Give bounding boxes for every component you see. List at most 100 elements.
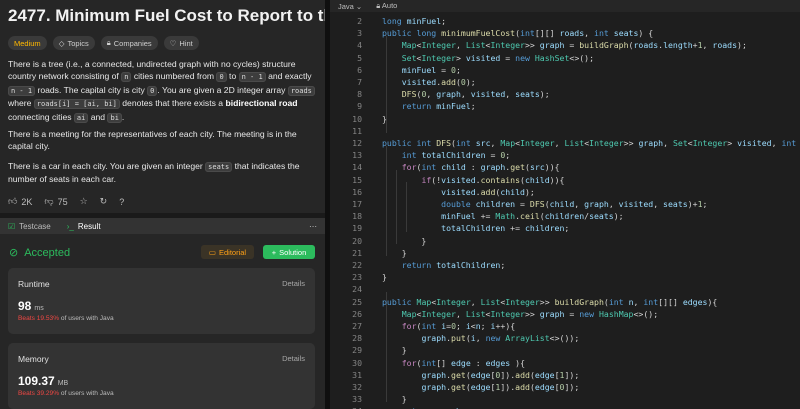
line-number: 31 [352,369,362,380]
difficulty-badge[interactable]: Medium [8,36,47,50]
line-number: 3 [357,28,362,39]
editorial-button[interactable]: ▭ Editorial [201,245,254,259]
code-line[interactable]: public Map<Integer, List<Integer>> build… [382,297,717,307]
book-icon: ▭ [208,247,216,257]
code-line[interactable]: Set<Integer> visited = new HashSet<>(); [382,53,594,63]
question-icon: ? [119,196,125,207]
terminal-icon: ›_ [66,221,74,231]
lock-icon: 🔒︎ [106,38,111,47]
line-number: 6 [357,64,362,75]
feedback-button[interactable]: ? [119,197,124,207]
code-line[interactable]: } [382,272,387,282]
code-line[interactable]: visited.add(0); [382,77,476,87]
memory-label: Memory [18,354,49,364]
tab-result[interactable]: ›_ Result [59,222,109,231]
code-line[interactable]: visited.add(child); [382,187,535,197]
code-line[interactable]: minFuel += Math.ceil(children/seats); [382,211,623,221]
code-line[interactable]: if(!visited.contains(child)){ [382,175,564,185]
checkbox-icon: ☑ [8,221,16,231]
line-number: 29 [352,345,362,356]
line-number: 23 [352,272,362,283]
code-line[interactable]: } [382,345,407,355]
thumbs-up-icon: 👍︎ [8,196,18,206]
line-number: 12 [352,138,362,148]
line-number: 22 [352,260,362,270]
line-number: 21 [352,247,362,258]
line-number: 18 [352,211,362,222]
autocomplete-toggle[interactable]: 🔒︎ Auto [376,1,397,11]
solution-button[interactable]: + Solution [263,245,315,259]
plus-icon: + [271,247,277,257]
accepted-status: ⊘ Accepted [9,246,71,260]
memory-value: 109.37 MB [18,374,69,388]
code-line[interactable]: return totalChildren; [382,260,506,270]
tab-testcase[interactable]: ☑ Testcase [0,222,59,231]
star-icon: ☆ [79,196,88,206]
hint-tag[interactable]: ♡ Hint [163,36,199,50]
problem-actions: 👍︎ 2K 👎︎ 75 ☆ ↻ ? [8,196,124,207]
topics-tag[interactable]: ◇ Topics [52,36,95,50]
line-number: 24 [352,284,362,295]
code-line[interactable]: minFuel = 0; [382,65,461,75]
line-number: 17 [352,199,362,209]
line-number: 33 [352,394,362,405]
code-line[interactable]: long minFuel; [382,16,446,26]
code-line[interactable]: for(int i=0; i<n; i++){ [382,321,515,331]
check-circle-icon: ⊘ [9,247,19,259]
runtime-details-link[interactable]: Details [282,279,305,288]
line-number: 15 [352,174,362,185]
share-icon: ↻ [99,196,108,206]
memory-card[interactable]: Memory Details 109.37 MB Beats 39.29% of … [8,343,315,409]
language-select[interactable]: Java ⌄ [338,2,362,11]
line-number: 10 [352,113,362,124]
code-line[interactable]: for(int child : graph.get(src)){ [382,162,560,172]
like-button[interactable]: 👍︎ 2K [8,196,32,207]
code-line[interactable]: DFS(0, graph, visited, seats); [382,89,550,99]
code-line[interactable]: int totalChildren = 0; [382,150,511,160]
code-line[interactable]: Map<Integer, List<Integer>> graph = buil… [382,40,747,50]
runtime-beats: Beats 19.53% of users with Java [18,315,114,322]
code-editor[interactable]: 2 long minFuel; 3 public long minimumFuelCo… [330,12,800,409]
line-number: 25 [352,296,362,307]
memory-beats: Beats 39.29% of users with Java [18,390,114,397]
line-number: 30 [352,357,362,368]
star-button[interactable]: ☆ [80,196,88,207]
line-number: 14 [352,162,362,173]
code-line[interactable]: double children = DFS(child, graph, visi… [382,199,707,209]
share-button[interactable]: ↻ [100,196,108,207]
code-line[interactable]: } [382,114,387,124]
code-line[interactable]: for(int[] edge : edges ){ [382,358,525,368]
line-number: 4 [357,40,362,51]
more-icon[interactable]: ⋯ [309,222,325,231]
description-paragraph-1: There is a tree (i.e., a connected, undi… [8,58,318,124]
code-line[interactable]: graph.get(edge[1]).add(edge[0]); [382,382,579,392]
tag-icon: ◇ [58,38,65,48]
code-line[interactable]: public long minimumFuelCost(int[][] road… [382,28,653,38]
line-number: 9 [357,101,362,112]
line-number: 28 [352,333,362,344]
line-number: 19 [352,223,362,234]
code-line[interactable]: public int DFS(int src, Map<Integer, Lis… [382,138,800,148]
code-line[interactable]: } [382,248,407,258]
companies-tag[interactable]: 🔒︎ Companies [100,36,158,50]
line-number: 26 [352,308,362,319]
code-line[interactable]: graph.put(i, new ArrayList<>()); [382,333,579,343]
problem-title: 2477. Minimum Fuel Cost to Report to the… [8,6,325,25]
memory-details-link[interactable]: Details [282,354,305,363]
line-number: 7 [357,77,362,87]
editor-toolbar: Java ⌄ 🔒︎ Auto [330,0,800,12]
code-line[interactable]: totalChildren += children; [382,223,569,233]
runtime-card[interactable]: Runtime Details 98 ms Beats 19.53% of use… [8,268,315,334]
code-line[interactable]: Map<Integer, List<Integer>> graph = new … [382,309,658,319]
problem-tags: Medium ◇ Topics 🔒︎ Companies ♡ Hint [8,36,199,50]
line-number: 27 [352,321,362,331]
dislike-button[interactable]: 👎︎ 75 [44,196,67,207]
code-line[interactable]: graph.get(edge[0]).add(edge[1]); [382,370,579,380]
code-line[interactable]: } [382,236,426,246]
code-line[interactable]: return minFuel; [382,101,476,111]
line-number: 13 [352,150,362,161]
line-number: 16 [352,186,362,197]
description-paragraph-2: There is a meeting for the representativ… [8,129,297,152]
code-line[interactable]: } [382,394,407,404]
lock-icon: 🔒︎ [376,1,381,10]
